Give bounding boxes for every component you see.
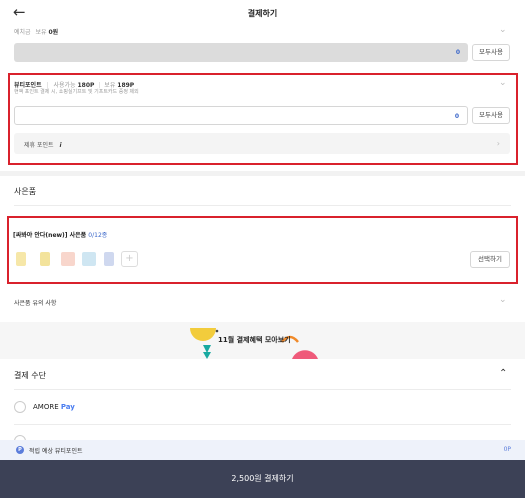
partner-point-label: 제휴 포인트 i [24,142,62,149]
deposit-amount: 0원 [48,29,59,36]
beauty-point-input[interactable]: 0 [14,106,468,125]
chevron-right-icon: › [496,139,500,148]
divider-line [14,389,511,390]
chevron-down-icon[interactable]: ⌄ [499,296,507,305]
chevron-down-icon[interactable]: ⌄ [499,79,507,88]
gift-thumbnail[interactable] [104,252,114,266]
beauty-point-use-all-button[interactable]: 모두사용 [472,107,510,124]
divider-line [14,424,511,425]
gift-count: 0/12종 [88,232,108,239]
point-icon: P [16,446,24,454]
header: ← 결제하기 [0,0,525,26]
gift-thumbnail[interactable] [61,252,75,266]
deposit-info: 예치금 보유 0원 [14,27,58,36]
earn-point-value: 0P [503,446,511,453]
chevron-down-icon[interactable]: ⌄ [499,26,507,35]
partner-point-row[interactable]: 제휴 포인트 i › [14,133,510,154]
beauty-point-note: 현액 포인트 결제 시, 쇼핑실기프트 및 기프트카드 증정 제외 [14,89,139,95]
add-gift-button[interactable]: + [121,251,138,267]
amore-pay-label[interactable]: AMORE Pay [33,403,75,411]
gift-thumbnail[interactable] [16,252,26,266]
divider-line [14,205,511,206]
deposit-use-all-button[interactable]: 모두사용 [472,44,510,61]
gift-thumbnail[interactable] [40,252,50,266]
chevron-up-icon[interactable]: ⌃ [499,369,507,379]
promo-banner[interactable]: 11월 결제혜택 모아보기 [0,322,525,359]
select-gift-button[interactable]: 선택하기 [470,251,510,268]
gift-section-title: 사은품 [14,187,37,196]
gift-thumbnail[interactable] [82,252,96,266]
deposit-input-value: 0 [455,49,460,56]
page-title: 결제하기 [247,9,278,18]
deposit-input: 0 [14,43,468,62]
payment-method-title: 결제 수단 [14,371,46,380]
earn-point-bar: P 적립 예상 뷰티포인트 0P [0,440,525,460]
radio-amore-pay[interactable] [14,401,26,413]
highlight-box-gift [7,216,518,284]
gift-name: [싸봐야 안다(new)] 사은품 0/12종 [13,232,108,239]
banner-text: 11월 결제혜택 모아보기 [218,336,291,344]
pay-button[interactable]: 2,500원 결제하기 [0,460,525,498]
section-divider [0,171,525,176]
earn-point-label: 적립 예상 뷰티포인트 [29,448,83,455]
info-icon[interactable]: i [60,142,62,149]
deposit-holding-label: 보유 [35,29,47,36]
deposit-label: 예치금 [14,29,31,36]
beauty-point-input-value: 0 [454,113,459,120]
gift-notice-label[interactable]: 사은품 유의 사항 [14,298,56,307]
